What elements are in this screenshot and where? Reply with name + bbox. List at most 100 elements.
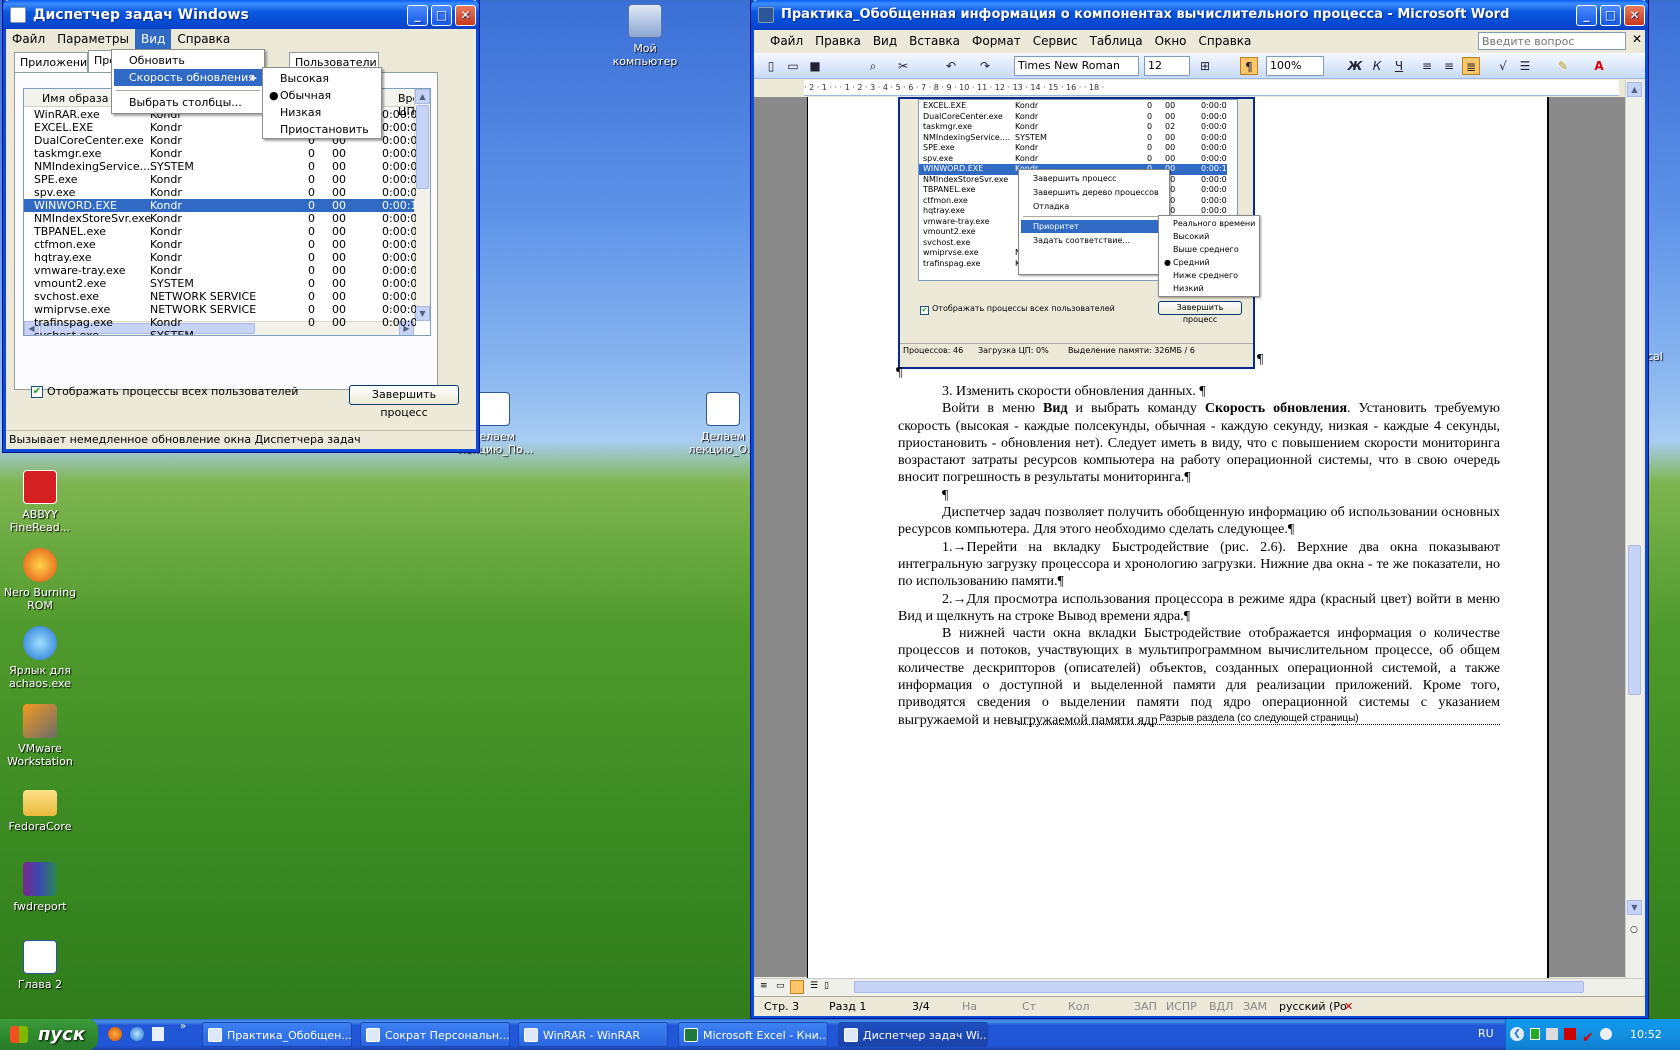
desktop-icon-abbyy[interactable]: ABBYY FineRead... [0, 470, 80, 534]
outline-view-icon[interactable]: ☰ [810, 981, 818, 991]
status-ovr[interactable]: ЗАМ [1243, 997, 1267, 1017]
pilcrow-icon[interactable]: ¶ [1240, 57, 1258, 75]
open-icon[interactable]: ▭ [784, 57, 802, 75]
menu-item-low[interactable]: Низкая [265, 104, 379, 121]
process-row[interactable]: taskmgr.exeKondr0000:00:00 [24, 147, 416, 160]
word-menu-item[interactable]: Окно [1149, 31, 1193, 51]
clock[interactable]: 10:52 [1630, 1019, 1662, 1050]
process-row[interactable]: SPE.exeKondr0000:00:00 [24, 173, 416, 186]
word-menu-item[interactable]: Сервис [1027, 31, 1084, 51]
status-rec[interactable]: ЗАП [1134, 997, 1157, 1017]
save-icon[interactable]: ■ [806, 57, 824, 75]
font-size-combo[interactable]: 12 [1144, 56, 1190, 76]
align-left-icon[interactable]: ≡ [1418, 57, 1436, 75]
process-row[interactable]: svchost.exe SYSTEM [24, 329, 414, 335]
scroll-down-button[interactable]: ▼ [415, 306, 430, 321]
justify-icon[interactable]: ≣ [1462, 57, 1480, 75]
process-row[interactable]: vmount2.exeSYSTEM0000:00:00 [24, 277, 416, 290]
process-row[interactable]: NMIndexStoreSvr.exeKondr0000:00:00 [24, 212, 416, 225]
tray-network-icon[interactable] [1546, 1028, 1558, 1040]
process-row[interactable]: trafinspag.exeKondr0000:00:00 [24, 316, 416, 329]
taskbar-button-word[interactable]: Практика_Обобщен... [202, 1022, 352, 1047]
status-ext[interactable]: ВДЛ [1209, 997, 1233, 1017]
menu-file[interactable]: Файл [6, 29, 51, 49]
process-row[interactable]: wmiprvse.exeNETWORK SERVICE0000:00:00 [24, 303, 416, 316]
scroll-thumb[interactable] [1628, 545, 1641, 695]
bold-icon[interactable]: Ж [1346, 57, 1364, 75]
print-layout-icon[interactable] [790, 980, 804, 994]
word-menu-item[interactable]: Формат [966, 31, 1027, 51]
document-body[interactable]: 3. Изменить скорости обновления данных. … [898, 383, 1500, 728]
desktop-icon-glava2[interactable]: Глава 2 [0, 940, 80, 991]
align-center-icon[interactable]: ≡ [1440, 57, 1458, 75]
process-row[interactable]: hqtray.exeKondr0000:00:00 [24, 251, 416, 264]
desktop-icon-nero[interactable]: Nero Burning ROM [0, 548, 80, 612]
word-menu-item[interactable]: Справка [1193, 31, 1258, 51]
word-menu-item[interactable]: Вставка [903, 31, 966, 51]
new-doc-icon[interactable]: ▯ [762, 57, 780, 75]
list-icon[interactable]: ☰ [1516, 57, 1534, 75]
desktop-icon-achaos[interactable]: Ярлык для achaos.exe [0, 626, 80, 690]
formula-icon[interactable]: √ [1494, 57, 1512, 75]
process-row[interactable]: ctfmon.exeKondr0000:00:00 [24, 238, 416, 251]
process-row[interactable]: TBPANEL.exeKondr0000:00:00 [24, 225, 416, 238]
tray-volume-icon[interactable] [1600, 1028, 1612, 1040]
scroll-down-button[interactable]: ▼ [1627, 900, 1642, 915]
desktop-icon-my-computer[interactable]: Мой компьютер [605, 4, 685, 68]
word-titlebar[interactable]: Практика_Обобщенная информация о компоне… [751, 0, 1648, 30]
process-row[interactable]: WINWORD.EXEKondr0000:00:18 [24, 199, 416, 212]
language-indicator[interactable]: RU [1478, 1027, 1494, 1040]
ie-quicklaunch-icon[interactable] [130, 1027, 144, 1041]
menu-item-normal[interactable]: ● Обычная [265, 87, 379, 104]
task-manager-titlebar[interactable]: Диспетчер задач Windows _ □ ✕ [3, 0, 479, 30]
maximize-button[interactable]: □ [1600, 5, 1621, 26]
ruler[interactable]: · 2 · 1 · · · 1 · 2 · 3 · 4 · 5 · 6 · 7 … [804, 80, 1619, 96]
end-process-button[interactable]: Завершить процесс [349, 385, 459, 419]
desktop-icon-vmware[interactable]: VMware Workstation [0, 704, 80, 768]
tray-antivirus-icon[interactable] [1564, 1028, 1576, 1040]
scroll-up-button[interactable]: ▲ [1627, 82, 1642, 97]
process-row[interactable]: NMIndexingService....SYSTEM0000:00:00 [24, 160, 416, 173]
horizontal-scroll-thumb[interactable] [854, 981, 1584, 993]
close-doc-icon[interactable]: ✕ [1632, 32, 1642, 46]
minimize-button[interactable]: _ [1576, 5, 1597, 26]
font-name-combo[interactable]: Times New Roman [1014, 56, 1139, 76]
tray-back-icon[interactable]: ❮ [1510, 1027, 1524, 1041]
tray-check-icon[interactable]: ✔ [1582, 1023, 1594, 1050]
cut-icon[interactable]: ✂ [894, 57, 912, 75]
scroll-up-button[interactable]: ▲ [415, 89, 430, 104]
tray-green-icon[interactable] [1530, 1028, 1540, 1040]
process-row[interactable]: vmware-tray.exeKondr0000:00:00 [24, 264, 416, 277]
undo-icon[interactable]: ↶ [942, 57, 960, 75]
process-row[interactable]: spv.exeKondr0000:00:00 [24, 186, 416, 199]
redo-icon[interactable]: ↷ [976, 57, 994, 75]
underline-icon[interactable]: Ч [1390, 57, 1408, 75]
help-question-input[interactable] [1478, 32, 1626, 50]
word-menu-item[interactable]: Таблица [1084, 31, 1149, 51]
document-page[interactable]: EXCEL.EXE Kondr 0 00 0:00:0 DualCoreCenter.ex… [807, 97, 1549, 979]
start-button[interactable]: пуск [0, 1019, 98, 1050]
spelling-check-icon[interactable]: ✕ [1344, 997, 1353, 1017]
desktop-icon-fwdreport[interactable]: fwdreport [0, 862, 80, 913]
menu-item-refresh[interactable]: Обновить [114, 52, 262, 69]
normal-view-icon[interactable]: ≡ [760, 981, 768, 991]
menu-item-select-columns[interactable]: Выбрать столбцы... [114, 94, 262, 111]
reading-view-icon[interactable]: ▯ [824, 981, 829, 991]
menu-view[interactable]: Вид [135, 29, 172, 49]
vertical-scrollbar[interactable]: ▲ ▼ [414, 89, 430, 321]
font-color-icon[interactable]: A [1590, 57, 1608, 75]
desktop-icon-fedora[interactable]: FedoraCore [0, 784, 80, 833]
menu-options[interactable]: Параметры [51, 29, 135, 49]
tab-applications[interactable]: Приложения [14, 52, 94, 72]
minimize-button[interactable]: _ [407, 5, 428, 26]
menu-item-pause[interactable]: Приостановить [265, 121, 379, 138]
word-menu-item[interactable]: Вид [867, 31, 903, 51]
web-view-icon[interactable]: ▭ [776, 981, 785, 991]
word-vertical-scrollbar[interactable]: ▲ ▼ ○ [1625, 80, 1643, 978]
close-button[interactable]: ✕ [455, 5, 476, 26]
menu-item-high[interactable]: Высокая [265, 70, 379, 87]
process-row[interactable]: svchost.exeNETWORK SERVICE0000:00:00 [24, 290, 416, 303]
highlight-icon[interactable]: ✎ [1554, 57, 1572, 75]
quicklaunch-more-icon[interactable]: » [180, 1021, 186, 1032]
show-all-processes-checkbox[interactable]: ✔ [31, 386, 43, 398]
